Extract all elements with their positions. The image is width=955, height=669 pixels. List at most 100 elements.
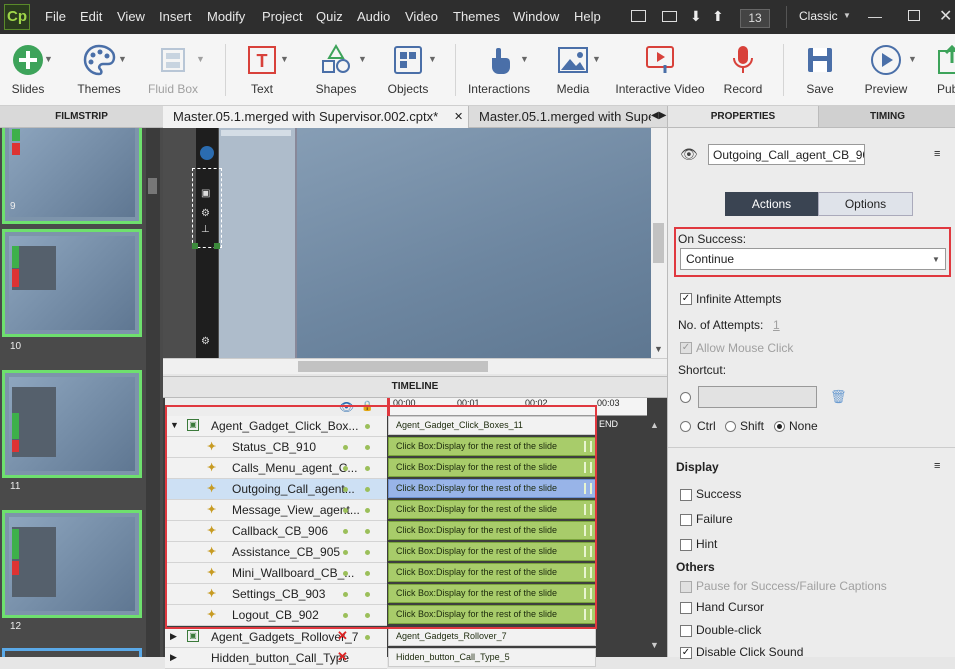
close-tab-icon[interactable]: ✕ [454,110,463,123]
chevron-down-icon[interactable]: ▼ [932,255,940,264]
menu-modify[interactable]: Modify [207,9,245,24]
attempts-value[interactable]: 1 [773,318,780,332]
menu-edit[interactable]: Edit [80,9,102,24]
gadget-icon: ⊥ [201,224,210,235]
menu-icon[interactable]: ≡ [934,148,940,160]
gadget-icon: ▣ [201,188,211,199]
shapes-button[interactable]: Shapes ▼ [306,34,367,106]
close-icon[interactable]: ✕ [939,6,952,26]
chevron-down-icon[interactable]: ▼ [654,344,663,354]
selection-handle[interactable] [214,243,220,249]
tab-timing[interactable]: TIMING [818,106,955,128]
allow-mouse-click-checkbox[interactable]: ✓ [680,342,692,354]
scroll-thumb[interactable] [298,361,488,372]
infinite-attempts-checkbox[interactable]: ✓ [680,293,692,305]
slide-thumbnail-13[interactable] [2,648,142,657]
canvas-horizontal-scrollbar[interactable] [163,358,667,374]
save-button[interactable]: Save [796,34,844,106]
tab-properties[interactable]: PROPERTIES [668,106,818,128]
hint-checkbox[interactable] [680,539,692,551]
slide-preview-marker [12,143,20,155]
expand-icon[interactable]: ▶ [170,631,177,642]
hidden-x-icon[interactable]: ✕ [337,649,348,665]
trash-icon[interactable]: 🗑 [830,389,847,405]
success-checkbox[interactable] [680,489,692,501]
slide-preview [9,377,135,471]
slides-button[interactable]: Slides ▼ [0,34,56,106]
double-click-checkbox[interactable] [680,625,692,637]
slide-thumbnail-11[interactable] [2,370,142,478]
agent-gadget-toolbar[interactable]: ▣ ⚙ ⊥ ⚙ [192,128,222,358]
visibility-dot[interactable] [365,635,370,640]
publish-button[interactable]: Pub [928,34,955,106]
timeline-group-bar[interactable]: Hidden_button_Call_Type_5 [388,648,596,667]
slide-thumbnail-9[interactable] [2,128,142,224]
slide-thumbnail-10[interactable] [2,229,142,337]
menu-themes[interactable]: Themes [453,9,500,24]
menu-quiz[interactable]: Quiz [316,9,343,24]
media-button[interactable]: Media ▼ [544,34,602,106]
shortcut-radio[interactable] [680,392,691,403]
interactive-video-button[interactable]: Interactive Video [612,34,708,106]
none-radio[interactable] [774,421,785,432]
tab-options[interactable]: Options [818,192,913,216]
themes-button[interactable]: Themes ▼ [70,34,128,106]
mail-icon[interactable] [662,11,677,22]
chevron-down-icon[interactable]: ▼ [843,11,851,20]
text-button[interactable]: T Text ▼ [236,34,289,106]
tab-scroll-icon[interactable]: ◀▶ [651,110,667,121]
slide-thumbnail-12[interactable] [2,510,142,618]
menu-audio[interactable]: Audio [357,9,390,24]
fluid-box-button[interactable]: Fluid Box ▼ [140,34,206,106]
expand-icon[interactable]: ▶ [170,652,177,663]
ctrl-radio[interactable] [680,421,691,432]
timeline-group-bar[interactable]: Agent_Gadgets_Rollover_7 [388,627,596,646]
comment-icon[interactable] [631,10,646,22]
menu-file[interactable]: File [45,9,66,24]
slide-number: 10 [10,341,22,352]
hand-pointer-icon [492,48,510,74]
pause-captions-checkbox[interactable] [680,581,692,593]
workspace-selector[interactable]: Classic [799,9,838,23]
scroll-thumb[interactable] [653,223,664,263]
menu-insert[interactable]: Insert [159,9,192,24]
record-button[interactable]: Record [716,34,770,106]
interactions-button[interactable]: Interactions ▼ [462,34,536,106]
chevron-down-icon[interactable]: ▼ [650,640,659,650]
upload-icon[interactable]: ⬆ [712,8,724,25]
timeline-group-row[interactable]: ▶ ▣ Agent_Gadgets_Rollover_7 ✕ [165,627,387,648]
hand-cursor-checkbox[interactable] [680,602,692,614]
canvas-vertical-scrollbar[interactable]: ▼ [651,128,667,358]
tab-document-2[interactable]: Master.05.1.merged with Superv [468,106,667,128]
menu-help[interactable]: Help [574,9,601,24]
filmstrip-panel: 9 10 11 12 [0,128,163,657]
download-icon[interactable]: ⬇ [690,8,702,25]
failure-checkbox[interactable] [680,514,692,526]
slide-counter[interactable]: 13 [740,9,770,28]
objects-button[interactable]: Objects ▼ [380,34,437,106]
menu-video[interactable]: Video [405,9,438,24]
selection-handle[interactable] [192,243,198,249]
menu-icon[interactable]: ≡ [934,460,940,472]
chevron-up-icon[interactable]: ▲ [650,420,659,430]
on-success-select[interactable]: Continue [680,248,946,270]
shortcut-input[interactable] [698,386,817,408]
object-name-input[interactable]: Outgoing_Call_agent_CB_908 [708,144,865,165]
filmstrip-scroll-thumb[interactable] [148,178,157,194]
disable-click-sound-checkbox[interactable]: ✓ [680,647,692,659]
chevron-down-icon: ▼ [196,54,205,64]
eye-icon[interactable]: 👁 [680,146,698,163]
minimize-icon[interactable]: — [868,8,882,24]
filmstrip-scrollbar[interactable] [146,128,160,657]
menu-window[interactable]: Window [513,9,559,24]
preview-button[interactable]: Preview ▼ [856,34,917,106]
maximize-icon[interactable] [908,10,920,21]
timeline-group-row[interactable]: ▶ Hidden_button_Call_Type ✕ [165,648,387,669]
shapes-icon [322,44,350,73]
tab-actions[interactable]: Actions [725,192,818,216]
hidden-x-icon[interactable]: ✕ [337,628,348,644]
shift-radio[interactable] [725,421,736,432]
menu-view[interactable]: View [117,9,145,24]
tab-document-1[interactable]: Master.05.1.merged with Supervisor.002.c… [163,106,468,128]
menu-project[interactable]: Project [262,9,302,24]
